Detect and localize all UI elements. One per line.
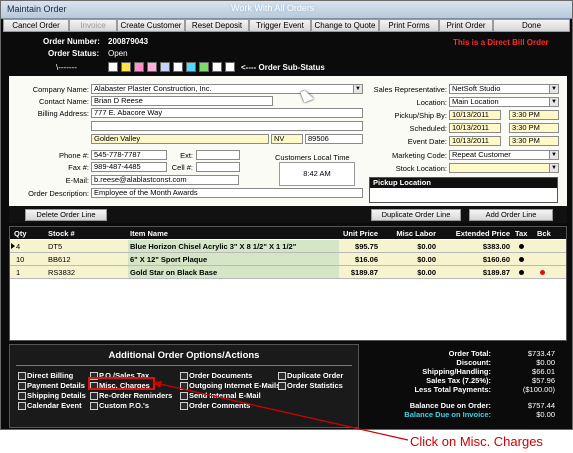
annotation-caption: Click on Misc. Charges: [410, 434, 543, 449]
annotation-arrow: [152, 381, 409, 441]
arrow-line: [155, 382, 409, 441]
arrow-head-icon: [152, 381, 162, 388]
